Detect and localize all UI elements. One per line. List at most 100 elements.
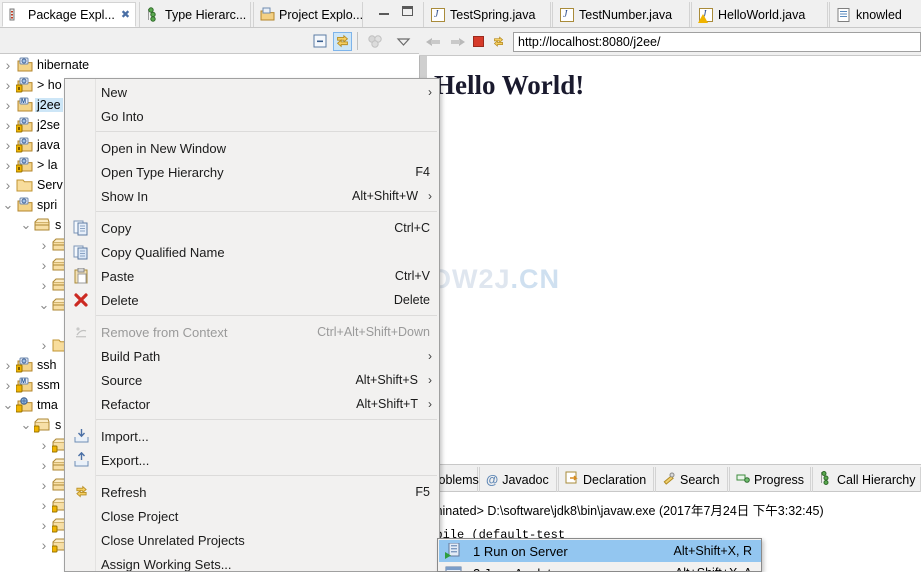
chevron-right-icon[interactable]: ›: [36, 255, 52, 275]
chevron-right-icon[interactable]: ›: [36, 235, 52, 255]
chevron-down-icon[interactable]: ⌄: [18, 218, 34, 232]
chevron-right-icon[interactable]: ›: [36, 535, 52, 555]
tab-call-hierarchy[interactable]: Call Hierarchy: [812, 467, 921, 492]
java-project-icon: [16, 197, 33, 213]
chevron-right-icon[interactable]: ›: [36, 275, 52, 295]
menu-item-build-path[interactable]: Build Path ›: [66, 344, 439, 368]
chevron-right-icon[interactable]: ›: [0, 95, 16, 115]
chevron-down-icon[interactable]: ⌄: [0, 398, 16, 412]
tab-search[interactable]: Search: [655, 467, 728, 492]
menu-item-open-in-new-window[interactable]: Open in New Window: [66, 136, 439, 160]
refresh-icon[interactable]: [491, 35, 506, 49]
editor-tab-testspring[interactable]: J TestSpring.java: [423, 2, 551, 27]
back-arrow-icon[interactable]: [425, 35, 442, 49]
editor-tab-helloworld[interactable]: J HelloWorld.java: [691, 2, 828, 27]
menu-item-import[interactable]: Import...: [66, 424, 439, 448]
tab-type-hierarchy[interactable]: Type Hierarc...: [139, 2, 251, 27]
declaration-icon: [565, 471, 579, 488]
menu-item-label: Copy: [101, 220, 132, 236]
collapse-all-button[interactable]: [311, 32, 330, 51]
submenu-item-run-on-server[interactable]: 1 Run on Server Alt+Shift+X, R: [439, 540, 761, 562]
tree-item-label: java: [37, 138, 60, 152]
menu-item-close-project[interactable]: Close Project: [66, 504, 439, 528]
chevron-down-icon[interactable]: ⌄: [18, 418, 34, 432]
menu-item-copy-qualified-name[interactable]: Copy Qualified Name: [66, 240, 439, 264]
menu-item-label: Copy Qualified Name: [101, 244, 225, 260]
menu-item-show-in[interactable]: Show In Alt+Shift+W ›: [66, 184, 439, 208]
chevron-down-icon[interactable]: ⌄: [0, 198, 16, 212]
tree-item-label: s: [55, 218, 62, 232]
menu-item-refactor[interactable]: Refactor Alt+Shift+T ›: [66, 392, 439, 416]
minimize-icon[interactable]: [377, 4, 392, 19]
menu-separator: [96, 131, 437, 132]
tab-label: Package Expl...: [28, 7, 115, 22]
editor-and-views: J TestSpring.java J TestNumber.java J He…: [419, 0, 921, 572]
link-with-editor-button[interactable]: [333, 32, 352, 51]
chevron-right-icon[interactable]: ›: [36, 475, 52, 495]
context-menu[interactable]: New › Go Into Open in New Window Open Type H…: [64, 78, 440, 572]
copy-qualified-name-icon: [73, 244, 90, 260]
menu-item-label: Show In: [101, 188, 148, 204]
chevron-right-icon[interactable]: ›: [36, 335, 52, 355]
view-menu-button[interactable]: [394, 32, 413, 51]
chevron-right-icon[interactable]: ›: [36, 495, 52, 515]
menu-separator: [96, 419, 437, 420]
menu-item-label: New: [101, 84, 128, 100]
java-file-icon: J: [431, 7, 445, 22]
toolbar-separator: [357, 32, 358, 50]
chevron-down-icon[interactable]: ⌄: [36, 298, 52, 312]
tab-javadoc[interactable]: @ Javadoc: [479, 467, 557, 492]
tab-package-explorer[interactable]: Package Expl... ✖: [2, 2, 136, 27]
view-menu-focus-button[interactable]: [366, 32, 385, 51]
menu-item-close-unrelated-projects[interactable]: Close Unrelated Projects: [66, 528, 439, 552]
web-project-warn-icon: [15, 397, 33, 413]
chevron-right-icon[interactable]: ›: [0, 375, 16, 395]
menu-item-assign-working-sets[interactable]: Assign Working Sets...: [66, 552, 439, 572]
tab-declaration[interactable]: Declaration: [558, 467, 654, 492]
chevron-right-icon[interactable]: ›: [0, 55, 16, 75]
tree-item[interactable]: › hibernate: [0, 55, 419, 75]
forward-arrow-icon[interactable]: [449, 35, 466, 49]
menu-item-export[interactable]: Export...: [66, 448, 439, 472]
chevron-right-icon[interactable]: ›: [0, 115, 16, 135]
menu-item-accelerator: Ctrl+Alt+Shift+Down: [317, 325, 430, 339]
menu-item-paste[interactable]: Paste Ctrl+V: [66, 264, 439, 288]
menu-item-refresh[interactable]: Refresh F5: [66, 480, 439, 504]
java-file-warning-icon: J: [698, 7, 713, 23]
menu-item-label: Build Path: [101, 348, 161, 364]
run-as-submenu[interactable]: 1 Run on Server Alt+Shift+X, R 2 Java Ap…: [437, 538, 762, 572]
search-icon: [662, 471, 676, 488]
menu-item-delete[interactable]: Delete Delete: [66, 288, 439, 312]
close-icon[interactable]: ✖: [121, 8, 130, 21]
project-explorer-icon: [260, 7, 275, 22]
chevron-right-icon[interactable]: ›: [0, 135, 16, 155]
chevron-right-icon[interactable]: ›: [36, 515, 52, 535]
tab-progress[interactable]: Progress: [729, 467, 811, 492]
stop-icon[interactable]: [473, 36, 484, 47]
url-input[interactable]: http://localhost:8080/j2ee/: [513, 31, 921, 52]
chevron-right-icon[interactable]: ›: [36, 435, 52, 455]
chevron-right-icon[interactable]: ›: [0, 175, 16, 195]
menu-item-new[interactable]: New ›: [66, 80, 439, 104]
chevron-right-icon[interactable]: ›: [36, 455, 52, 475]
java-project-warn-icon: [15, 357, 33, 373]
menu-item-go-into[interactable]: Go Into: [66, 104, 439, 128]
menu-item-source[interactable]: Source Alt+Shift+S ›: [66, 368, 439, 392]
menu-item-copy[interactable]: Copy Ctrl+C: [66, 216, 439, 240]
package-warn-icon: [33, 417, 51, 433]
package-icon: [34, 217, 51, 233]
chevron-right-icon[interactable]: ›: [0, 75, 16, 95]
menu-item-open-type-hierarchy[interactable]: Open Type Hierarchy F4: [66, 160, 439, 184]
search-label: Search: [680, 472, 720, 487]
maximize-icon[interactable]: [400, 4, 415, 19]
java-project-warn-icon: [15, 137, 33, 153]
editor-tab-testnumber[interactable]: J TestNumber.java: [552, 2, 690, 27]
page-title: Hello World!: [434, 70, 585, 100]
editor-tab-knowledge[interactable]: knowled: [829, 2, 921, 27]
watermark-suffix: .CN: [510, 264, 561, 294]
tab-project-explorer[interactable]: Project Explo...: [253, 2, 363, 27]
chevron-right-icon[interactable]: ›: [0, 355, 16, 375]
java-project-warn-icon: [15, 157, 33, 173]
submenu-item-java-applet[interactable]: 2 Java Applet Alt+Shift+X, A: [439, 562, 761, 571]
chevron-right-icon[interactable]: ›: [0, 155, 16, 175]
